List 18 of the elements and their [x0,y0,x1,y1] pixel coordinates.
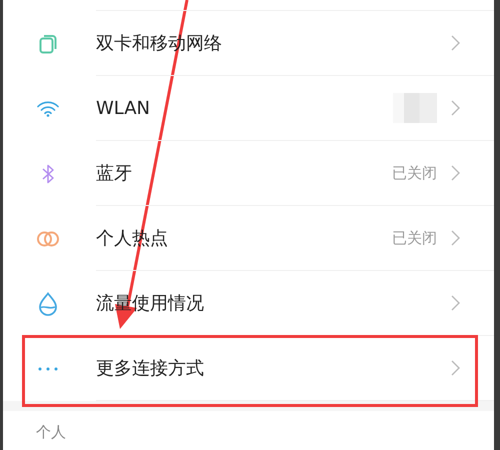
setting-label[interactable]: 更多连接方式 [96,356,451,380]
sim-card-icon [38,34,56,54]
bluetooth-icon [40,164,54,184]
chevron-icon [451,360,460,376]
wifi-icon [36,100,58,116]
water-drop-icon [38,292,58,316]
more-icon [38,366,58,370]
chevron-icon [451,230,460,246]
setting-label[interactable]: 蓝牙 [96,161,392,185]
chevron-icon [451,100,460,116]
chevron-icon [451,295,460,311]
setting-label[interactable]: WLAN [96,98,393,118]
section-header: 个人 [36,423,66,442]
status-value: 已关闭 [392,228,437,248]
chevron-icon [451,35,460,51]
linked-rings-icon [36,230,60,246]
status-value: 已关闭 [392,164,437,182]
chevron-icon [451,165,460,181]
